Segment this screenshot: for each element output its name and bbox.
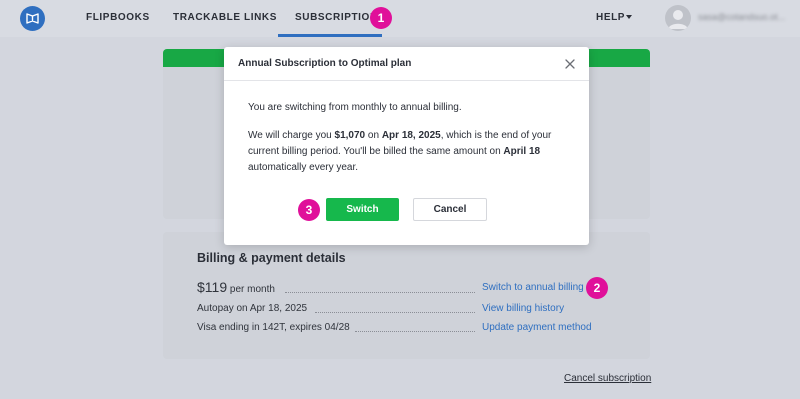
dotted-leader [315,312,475,313]
charge-date: Apr 18, 2025 [381,130,441,141]
help-menu[interactable]: HELP [596,12,625,23]
billing-history-link[interactable]: View billing history [482,303,564,314]
billing-card: Billing & payment details $119 per month… [163,232,650,359]
billing-title: Billing & payment details [197,251,346,265]
nav-item-subscription[interactable]: SUBSCRIPTION [295,12,378,23]
nav-item-trackable-links[interactable]: TRACKABLE LINKS [173,12,277,23]
step-badge-3: 3 [298,199,320,221]
card-row: Visa ending in 142T, expires 04/28 [197,322,350,333]
modal-line-2: We will charge you $1,070 on Apr 18, 202… [248,130,552,173]
dotted-leader [285,292,475,293]
annual-switch-modal: Annual Subscription to Optimal plan You … [224,47,589,245]
renew-date: April 18 [503,146,541,157]
user-email[interactable]: sasa@cotandsuo.ot... [698,12,800,24]
price-period: per month [229,284,275,295]
update-payment-link[interactable]: Update payment method [482,322,592,333]
switch-annual-link[interactable]: Switch to annual billing [482,282,584,293]
cancel-subscription-link[interactable]: Cancel subscription [564,373,651,384]
modal-header: Annual Subscription to Optimal plan [224,47,589,81]
modal-line-1: You are switching from monthly to annual… [248,102,462,113]
cancel-button[interactable]: Cancel [413,198,487,221]
price-value: $119 [197,279,228,295]
flipbook-logo-icon[interactable] [20,6,45,31]
charge-amount: $1,070 [334,130,366,141]
modal-body: You are switching from monthly to annual… [248,100,573,188]
modal-title: Annual Subscription to Optimal plan [238,58,412,69]
user-avatar-icon[interactable] [665,5,691,31]
price-row: $119 per month [197,279,275,295]
top-nav: FLIPBOOKS TRACKABLE LINKS SUBSCRIPTION H… [0,0,800,37]
dotted-leader [355,331,475,332]
step-badge-1: 1 [370,7,392,29]
autopay-row: Autopay on Apr 18, 2025 [197,303,308,314]
caret-down-icon[interactable] [626,15,632,19]
step-badge-2: 2 [586,277,608,299]
close-icon[interactable] [564,58,576,70]
switch-button[interactable]: Switch [326,198,399,221]
active-tab-indicator [278,34,382,37]
nav-item-flipbooks[interactable]: FLIPBOOKS [86,12,150,23]
